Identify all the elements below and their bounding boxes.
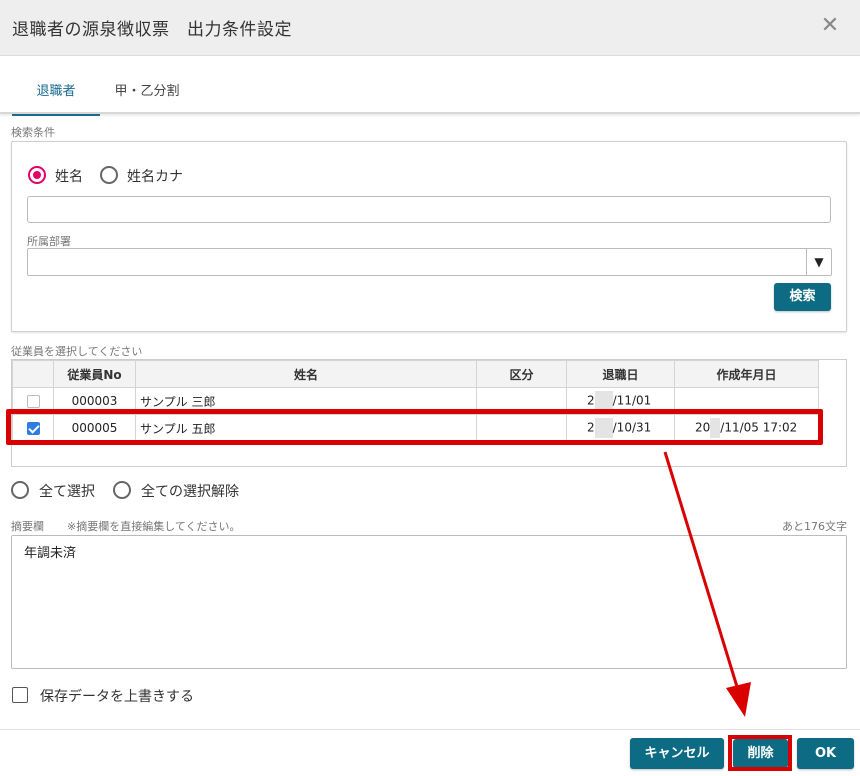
column-header-retire-date[interactable]: 退職日 [566, 360, 675, 388]
ok-button[interactable]: OK [797, 738, 854, 769]
close-icon[interactable]: ✕ [818, 14, 842, 38]
created-date-suffix: /11/05 17:02 [720, 420, 798, 435]
employee-table: 従業員No 姓名 区分 退職日 作成年月日 000003 サンプル 三郎 2/1… [11, 359, 847, 467]
employee-kubun [476, 414, 567, 442]
department-label: 所属部署 [27, 235, 71, 248]
redaction [594, 391, 613, 411]
tab-split[interactable]: 甲・乙分割 [104, 56, 190, 114]
employee-kubun [476, 387, 567, 415]
created-date-prefix: 20 [695, 420, 711, 435]
column-header-select [12, 360, 54, 388]
tab-retirees[interactable]: 退職者 [12, 56, 100, 116]
department-select[interactable]: ▼ [27, 248, 832, 276]
employee-section-label: 従業員を選択してください [11, 345, 143, 358]
row-checkbox[interactable] [26, 422, 40, 435]
retire-date: 2/10/31 [566, 414, 675, 442]
retire-date-prefix: 2 [587, 393, 595, 408]
retire-date-prefix: 2 [587, 420, 595, 435]
search-panel: 姓名 姓名カナ 所属部署 ▼ 検索 [11, 141, 847, 332]
delete-button[interactable]: 削除 [733, 739, 788, 768]
memo-remaining: あと176文字 [782, 520, 847, 533]
table-row[interactable]: 000005 サンプル 五郎 2/10/31 20/11/05 17:02 [12, 414, 819, 442]
name-search-input[interactable] [27, 196, 831, 223]
employee-no: 000003 [53, 387, 136, 415]
radio-name-kana-label: 姓名カナ [127, 169, 183, 185]
employee-name: サンプル 三郎 [135, 387, 477, 415]
memo-label: 摘要欄 [11, 520, 44, 533]
created-date: 20/11/05 17:02 [674, 414, 819, 442]
tab-bar: 退職者 甲・乙分割 [0, 56, 860, 116]
radio-name-label: 姓名 [55, 169, 83, 185]
select-all-label[interactable]: 全て選択 [39, 481, 95, 501]
overwrite-label[interactable]: 保存データを上書きする [40, 686, 194, 706]
memo-note: ※摘要欄を直接編集してください。 [67, 520, 241, 533]
column-header-name[interactable]: 姓名 [135, 360, 477, 388]
redaction [594, 418, 613, 438]
memo-textarea[interactable]: 年調未済 [11, 535, 847, 669]
retire-date-suffix: /10/31 [612, 420, 652, 435]
column-header-kubun[interactable]: 区分 [476, 360, 567, 388]
search-button[interactable]: 検索 [774, 283, 831, 311]
radio-name-kana[interactable] [100, 166, 118, 184]
dialog-title: 退職者の源泉徴収票 出力条件設定 [12, 20, 292, 40]
employee-name: サンプル 五郎 [135, 414, 477, 442]
radio-name[interactable] [28, 166, 46, 184]
select-all-radio[interactable] [11, 481, 29, 499]
column-header-created-date[interactable]: 作成年月日 [674, 360, 819, 388]
table-row[interactable]: 000003 サンプル 三郎 2/11/01 [12, 387, 819, 415]
table-header-row: 従業員No 姓名 区分 退職日 作成年月日 [12, 360, 819, 388]
retire-date-suffix: /11/01 [612, 393, 652, 408]
redaction [710, 418, 721, 438]
search-section-label: 検索条件 [11, 126, 55, 139]
deselect-all-label[interactable]: 全ての選択解除 [141, 481, 239, 501]
row-checkbox[interactable] [26, 395, 40, 408]
created-date [674, 387, 819, 415]
footer-divider [0, 729, 860, 730]
dialog-header: 退職者の源泉徴収票 出力条件設定 ✕ [0, 0, 860, 56]
column-header-employee-no[interactable]: 従業員No [53, 360, 136, 388]
overwrite-checkbox[interactable] [12, 687, 28, 703]
chevron-down-icon[interactable]: ▼ [806, 249, 831, 275]
deselect-all-radio[interactable] [113, 481, 131, 499]
cancel-button[interactable]: キャンセル [630, 738, 724, 769]
annotation-arrow-head [726, 682, 751, 717]
employee-no: 000005 [53, 414, 136, 442]
retire-date: 2/11/01 [566, 387, 675, 415]
